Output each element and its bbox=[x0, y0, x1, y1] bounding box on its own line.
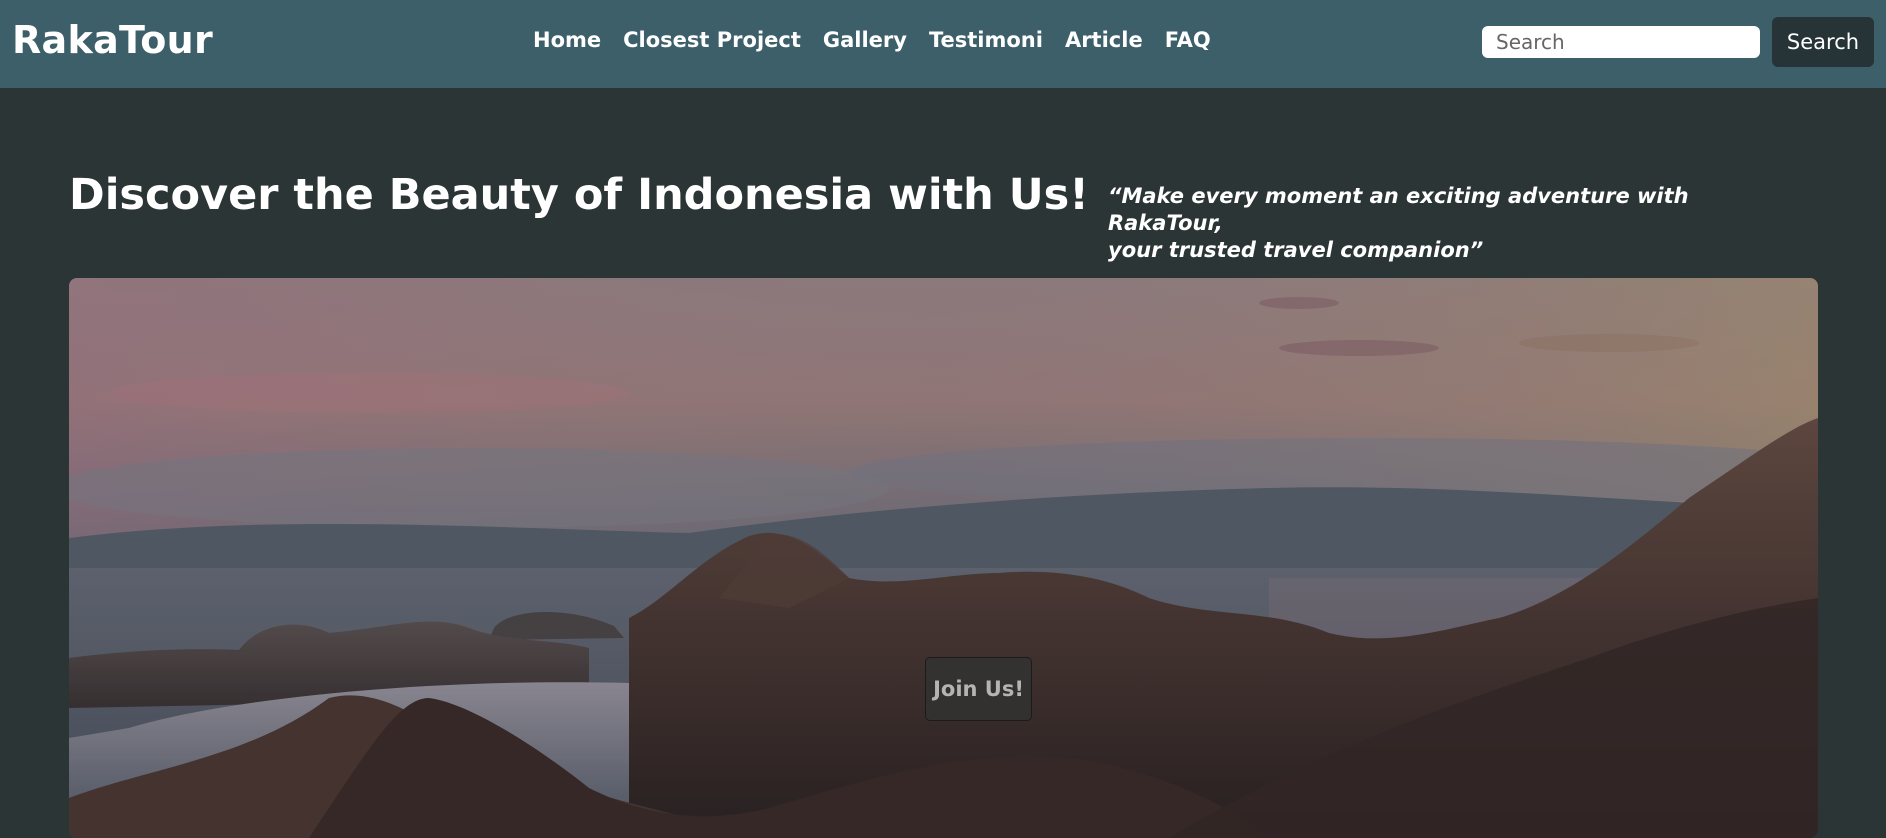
nav-item-gallery[interactable]: Gallery bbox=[823, 28, 907, 52]
hero-quote: “Make every moment an exciting adventure… bbox=[1108, 183, 1728, 264]
search-button[interactable]: Search bbox=[1772, 17, 1874, 67]
search-input[interactable] bbox=[1482, 26, 1760, 58]
main-nav: Home Closest Project Gallery Testimoni A… bbox=[533, 28, 1211, 52]
nav-item-article[interactable]: Article bbox=[1065, 28, 1143, 52]
nav-item-testimoni[interactable]: Testimoni bbox=[929, 28, 1043, 52]
nav-item-home[interactable]: Home bbox=[533, 28, 601, 52]
hero-quote-line-1: “Make every moment an exciting adventure… bbox=[1108, 184, 1689, 235]
brand-logo[interactable]: RakaTour bbox=[12, 18, 213, 62]
nav-item-closest-project[interactable]: Closest Project bbox=[623, 28, 801, 52]
hero-title: Discover the Beauty of Indonesia with Us… bbox=[69, 170, 1089, 220]
navbar: RakaTour Home Closest Project Gallery Te… bbox=[0, 0, 1886, 88]
landscape-illustration bbox=[69, 278, 1818, 838]
join-us-button[interactable]: Join Us! bbox=[925, 657, 1032, 721]
hero-quote-line-2: your trusted travel companion” bbox=[1108, 238, 1484, 262]
nav-item-faq[interactable]: FAQ bbox=[1165, 28, 1211, 52]
hero-landscape-image bbox=[69, 278, 1818, 838]
